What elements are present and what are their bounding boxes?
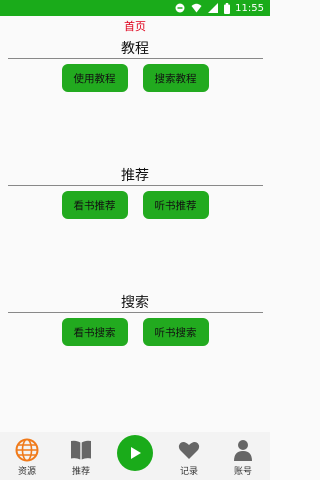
search-tutorial-button[interactable]: 搜索教程 [142,64,209,92]
section-title: 教程 [121,41,149,57]
battery-icon [224,2,231,14]
signal-icon [208,3,219,13]
button-row: 使用教程 搜索教程 [0,64,270,92]
section-search: 搜索 看书搜索 听书搜索 [0,294,270,346]
nav-item-account[interactable]: 账号 [216,432,270,477]
button-row: 看书搜索 听书搜索 [0,318,270,346]
read-search-button[interactable]: 看书搜索 [61,318,128,346]
wifi-icon [191,3,202,13]
usage-tutorial-button[interactable]: 使用教程 [61,64,128,92]
section-recommend: 推荐 看书推荐 听书推荐 [0,167,270,219]
nav-label: 推荐 [71,467,90,477]
globe-icon [15,438,39,462]
section-divider [7,185,263,186]
page-title: 首页 [124,20,146,33]
section-title: 推荐 [121,168,149,184]
listen-search-button[interactable]: 听书搜索 [142,318,209,346]
user-icon [231,438,255,462]
button-row: 看书推荐 听书推荐 [0,191,270,219]
nav-item-resources[interactable]: 资源 [0,432,54,477]
status-bar: 11:55 [0,0,270,16]
nav-label: 资源 [17,467,36,477]
notification-icon [175,3,185,13]
play-button[interactable] [117,435,153,471]
section-title: 搜索 [121,295,149,311]
nav-item-history[interactable]: 记录 [162,432,216,477]
nav-label: 账号 [233,467,252,477]
listen-recommend-button[interactable]: 听书推荐 [142,191,209,219]
section-divider [7,58,263,59]
book-icon [69,438,93,462]
heart-icon [177,438,201,462]
section-divider [7,312,263,313]
nav-item-play[interactable] [108,432,162,471]
play-icon [127,445,143,461]
read-recommend-button[interactable]: 看书推荐 [61,191,128,219]
bottom-nav: 资源 推荐 记录 账号 [0,432,270,480]
status-time: 11:55 [235,2,264,14]
nav-item-recommend[interactable]: 推荐 [54,432,108,477]
section-tutorial: 教程 使用教程 搜索教程 [0,40,270,92]
nav-label: 记录 [179,467,198,477]
